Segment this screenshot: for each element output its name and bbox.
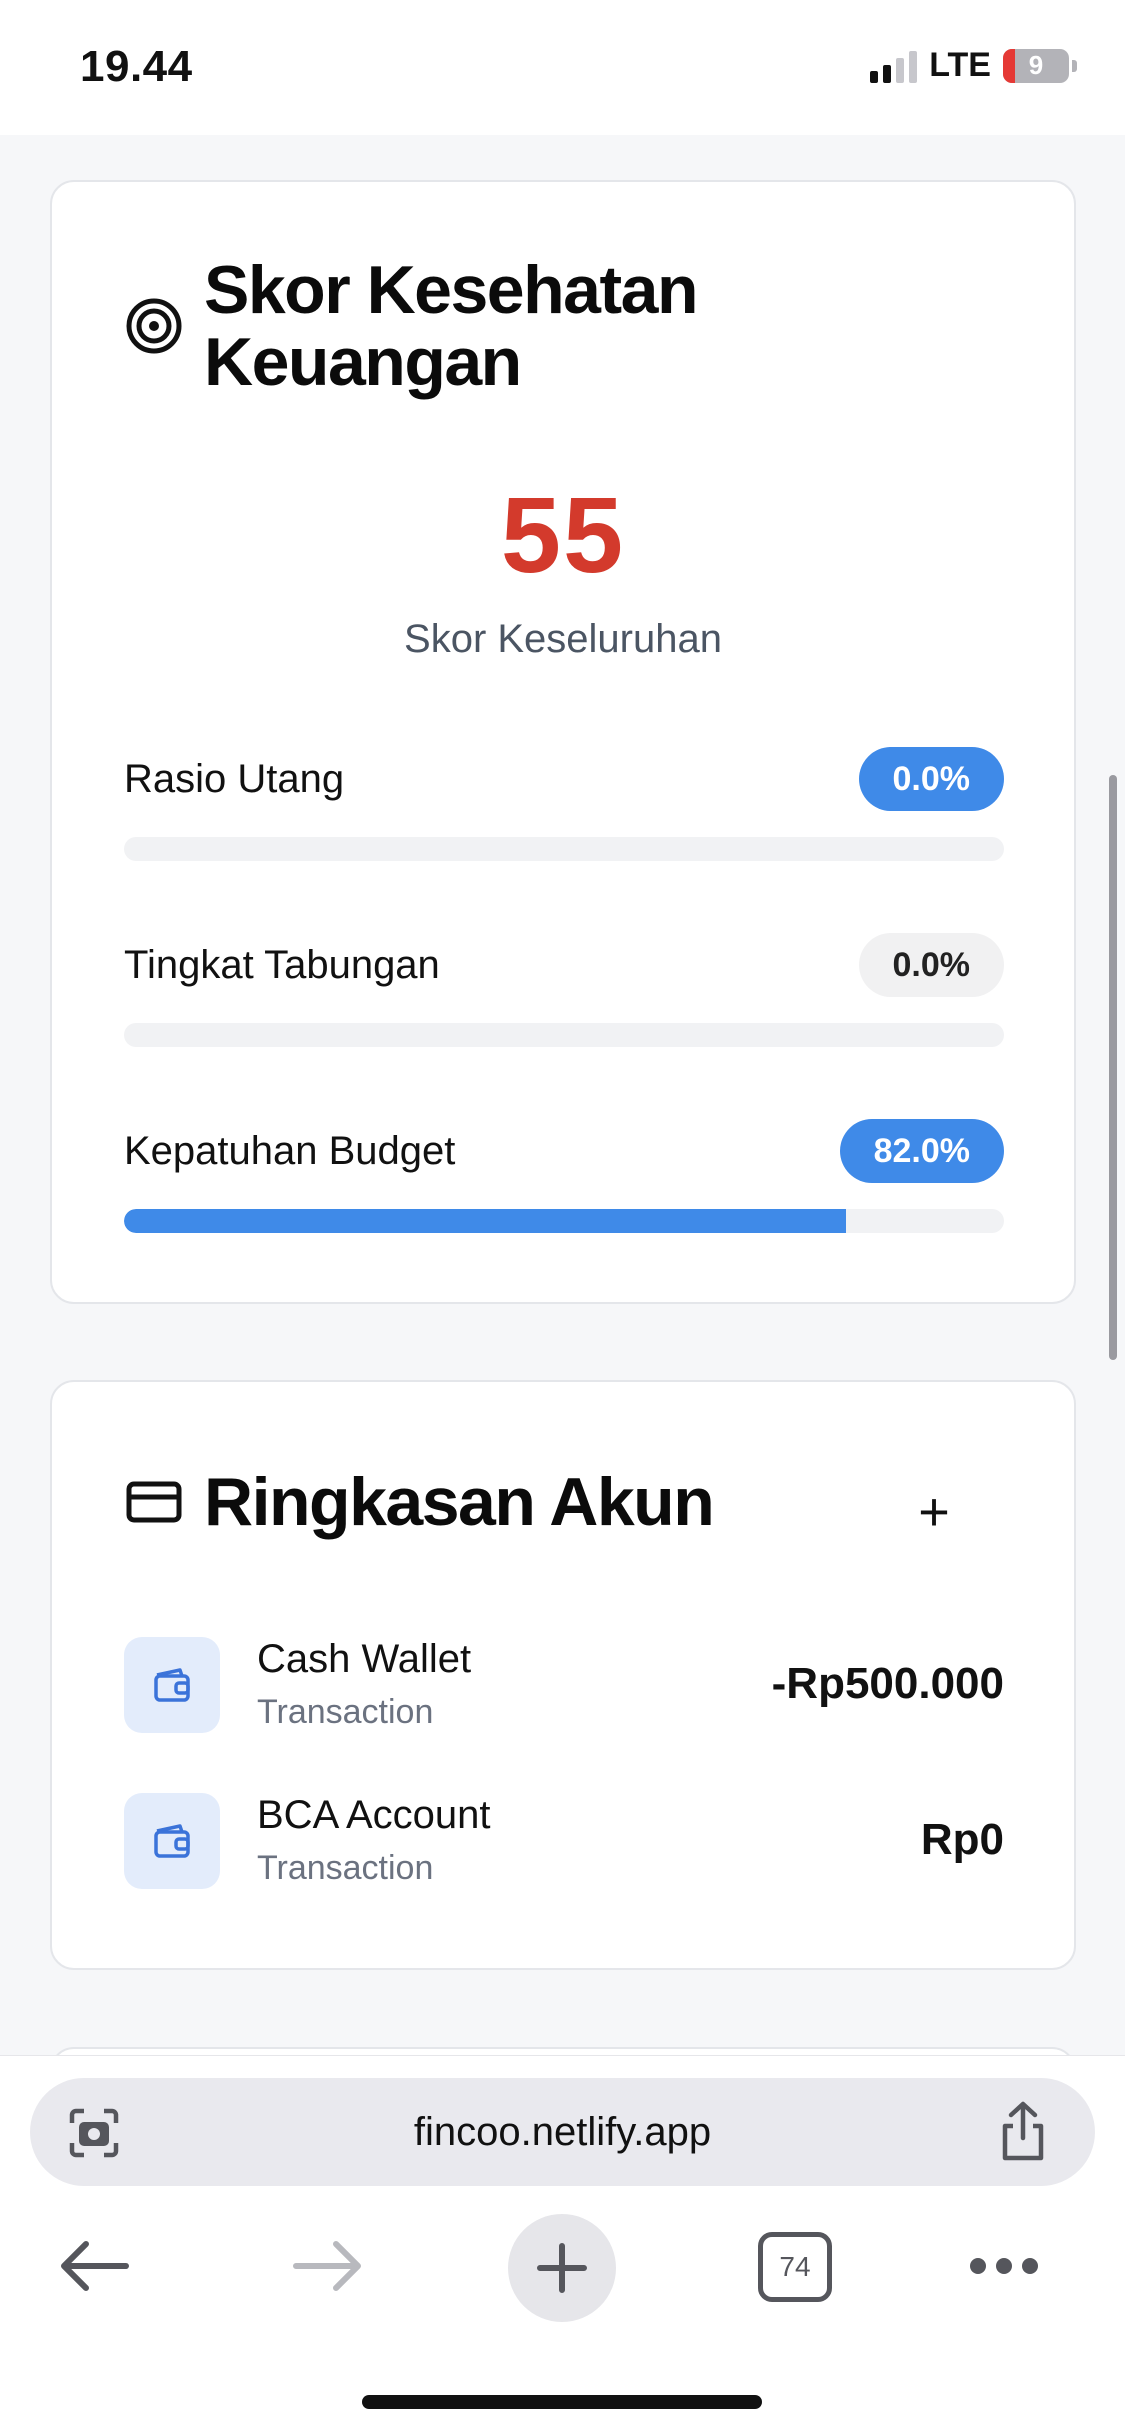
wallet-icon — [124, 1793, 220, 1889]
account-type: Transaction — [257, 1849, 434, 1887]
accounts-card-title: Ringkasan Akun — [204, 1464, 715, 1540]
battery-icon: 9 — [1003, 48, 1069, 83]
account-summary-card: Ringkasan Akun + Cash Wallet Transaction… — [50, 1380, 1076, 1970]
health-card-title: Skor Kesehatan Keuangan — [204, 252, 698, 400]
share-icon[interactable] — [995, 2100, 1051, 2164]
overall-score: 55 — [500, 474, 626, 595]
financial-health-card: Skor Kesehatan Keuangan 55 Skor Keseluru… — [50, 180, 1076, 1304]
accounts-card-header: Ringkasan Akun — [124, 1464, 715, 1540]
more-icon[interactable] — [970, 2252, 1046, 2280]
signal-icon — [870, 49, 918, 83]
browser-toolbar: fincoo.netlify.app 74 — [0, 2055, 1125, 2436]
address-bar[interactable]: fincoo.netlify.app — [30, 2078, 1095, 2186]
target-icon — [126, 298, 182, 354]
tabs-button[interactable]: 74 — [758, 2232, 832, 2302]
metric-progress-track — [124, 1209, 1004, 1233]
account-balance: -Rp500.000 — [771, 1659, 1004, 1708]
forward-arrow-icon[interactable] — [290, 2236, 366, 2296]
metric-value-badge: 82.0% — [839, 1119, 1004, 1183]
back-arrow-icon[interactable] — [56, 2236, 132, 2296]
account-type: Transaction — [257, 1693, 434, 1731]
metric-label: Rasio Utang — [124, 757, 345, 801]
scrollbar[interactable] — [1109, 775, 1117, 1360]
add-account-button[interactable]: + — [904, 1482, 964, 1542]
plus-icon — [537, 2243, 587, 2293]
battery-cap — [1072, 59, 1077, 72]
account-name: Cash Wallet — [257, 1637, 472, 1681]
metric-value-badge: 0.0% — [858, 933, 1004, 997]
overall-score-label: Skor Keseluruhan — [404, 617, 722, 661]
new-tab-button[interactable] — [508, 2214, 616, 2322]
network-type: LTE — [929, 46, 991, 84]
url-text: fincoo.netlify.app — [413, 2110, 712, 2154]
account-balance: Rp0 — [920, 1815, 1004, 1864]
page-content[interactable]: Skor Kesehatan Keuangan 55 Skor Keseluru… — [0, 135, 1125, 2055]
status-time: 19.44 — [80, 42, 193, 91]
next-card-partial — [50, 2047, 1076, 2055]
metric-label: Tingkat Tabungan — [124, 943, 440, 987]
status-indicators: LTE 9 — [870, 46, 1077, 85]
credit-card-icon — [126, 1481, 182, 1523]
wallet-icon — [124, 1637, 220, 1733]
metric-progress-track — [124, 1023, 1004, 1047]
battery-level: 9 — [1028, 50, 1044, 80]
status-bar: 19.44 LTE 9 — [0, 0, 1125, 135]
metric-value-badge: 0.0% — [858, 747, 1004, 811]
health-card-header: Skor Kesehatan Keuangan — [124, 252, 698, 400]
home-indicator — [362, 2395, 762, 2409]
account-name: BCA Account — [257, 1793, 491, 1837]
metric-progress-track — [124, 837, 1004, 861]
metric-progress-fill — [124, 1209, 846, 1233]
account-row-bca-account[interactable]: BCA Account Transaction Rp0 — [124, 1793, 1004, 1893]
metric-label: Kepatuhan Budget — [124, 1129, 456, 1173]
account-row-cash-wallet[interactable]: Cash Wallet Transaction -Rp500.000 — [124, 1637, 1004, 1737]
